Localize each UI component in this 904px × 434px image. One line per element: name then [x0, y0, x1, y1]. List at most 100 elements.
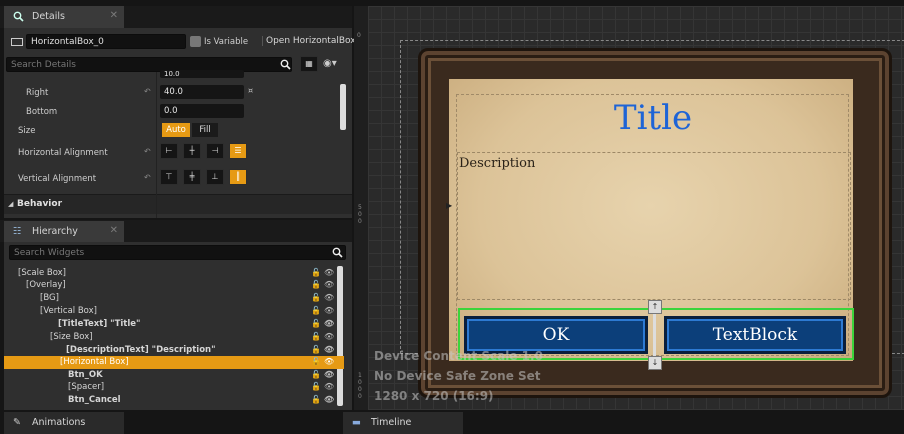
lock-icon[interactable]: 🔓 [311, 381, 321, 393]
tree-item-label: [Overlay] [26, 280, 66, 290]
align-left-icon[interactable]: ⊢ [160, 143, 178, 159]
eye-icon[interactable]: 👁 [324, 344, 334, 356]
property-matrix-icon[interactable]: ▦ [300, 56, 318, 72]
ok-button-label: OK [542, 325, 570, 345]
behavior-section-header[interactable]: ◢ Behavior [4, 194, 352, 214]
details-panel: HorizontalBox_0 Is Variable Open Horizon… [4, 28, 356, 218]
details-scrollbar[interactable] [340, 84, 346, 130]
align-middle-icon[interactable]: ╪ [183, 169, 201, 185]
tree-row-btn-ok[interactable]: Btn_OK 🔓 👁 [4, 369, 344, 381]
ruler-label-1000: 1000 [358, 372, 362, 400]
dialog-title[interactable]: Title [448, 98, 858, 138]
details-tabbar: Details ✕ [0, 6, 352, 28]
bottom-value-field[interactable]: 0.0 [160, 104, 244, 118]
tree-item-label: [TitleText] "Title" [58, 319, 141, 329]
behavior-label: Behavior [17, 199, 63, 209]
textblock-button-label: TextBlock [712, 325, 798, 345]
lock-icon[interactable]: 🔓 [311, 331, 321, 343]
tree-row-size-box[interactable]: [Size Box] 🔓 👁 [4, 331, 344, 343]
tab-details[interactable]: Details ✕ [4, 6, 124, 28]
lock-icon[interactable]: 🔓 [311, 394, 321, 406]
lock-icon[interactable]: 🔓 [311, 305, 321, 317]
size-auto-button[interactable]: Auto [162, 123, 190, 137]
dialog-description[interactable]: Description [459, 156, 535, 171]
tree-row-bg[interactable]: [BG] 🔓 👁 [4, 292, 344, 304]
align-center-icon[interactable]: ┼ [183, 143, 201, 159]
tab-timeline[interactable]: ▬ Timeline [343, 412, 463, 434]
tree-row-horizontal-box[interactable]: [Horizontal Box] 🔓 👁 [4, 356, 344, 369]
visibility-eye-icon[interactable]: ◉▾ [323, 58, 337, 69]
eye-icon[interactable]: 👁 [324, 331, 334, 343]
lock-icon[interactable]: 🔓 [311, 267, 321, 279]
reset-arrow-icon[interactable]: ↶ [144, 147, 151, 156]
is-variable-checkbox[interactable] [190, 36, 201, 47]
vertical-alignment-label: Vertical Alignment [18, 174, 97, 184]
lock-icon[interactable]: 🔓 [311, 279, 321, 291]
reset-arrow-icon[interactable]: ↶ [144, 173, 151, 182]
tab-timeline-label: Timeline [371, 417, 412, 428]
designer-viewport[interactable]: Title Description OK TextBlock ↑ ↓ ▶ Dev… [368, 6, 904, 410]
lock-icon[interactable]: 🔓 [311, 344, 321, 356]
right-value-field[interactable]: 40.0 [160, 85, 244, 99]
lock-icon[interactable]: 🔓 [311, 369, 321, 381]
tab-animations[interactable]: ✎ Animations [4, 412, 124, 434]
horizontal-alignment-label: Horizontal Alignment [18, 148, 108, 158]
eye-icon[interactable]: 👁 [324, 356, 334, 368]
size-fill-button[interactable]: Fill [192, 123, 218, 137]
tree-item-label: [BG] [40, 293, 59, 303]
ruler-label-0: 0 [357, 32, 361, 39]
tree-row-spacer[interactable]: [Spacer] 🔓 👁 [4, 381, 344, 393]
search-icon [332, 247, 343, 261]
eye-icon[interactable]: 👁 [324, 394, 334, 406]
tree-row-description-text[interactable]: [DescriptionText] "Description" 🔓 👁 [4, 344, 344, 356]
pin-icon[interactable]: ¤ [248, 86, 253, 95]
top-value-field[interactable]: 10.0 [160, 70, 244, 78]
lock-icon[interactable]: 🔓 [311, 356, 321, 368]
tree-row-btn-cancel[interactable]: Btn_Cancel 🔓 👁 [4, 394, 344, 406]
lock-icon[interactable]: 🔓 [311, 318, 321, 330]
align-right-icon[interactable]: ⊣ [206, 143, 224, 159]
reset-arrow-icon[interactable]: ↶ [144, 87, 151, 96]
tree-row-title-text[interactable]: [TitleText] "Title" 🔓 👁 [4, 318, 344, 330]
eye-icon[interactable]: 👁 [324, 318, 334, 330]
align-fill-vertical-icon[interactable]: ║ [229, 169, 247, 185]
close-icon[interactable]: ✕ [110, 10, 118, 21]
details-search-input[interactable]: Search Details [6, 57, 292, 72]
eye-icon[interactable]: 👁 [324, 279, 334, 291]
hierarchy-panel: Search Widgets [Scale Box] 🔓 👁 [Overlay] … [4, 242, 352, 410]
eye-icon[interactable]: 👁 [324, 381, 334, 393]
bottom-tabbar: ✎ Animations ▬ Timeline [0, 410, 904, 434]
eye-icon[interactable]: 👁 [324, 305, 334, 317]
bottom-label: Bottom [26, 107, 58, 117]
is-variable-label: Is Variable [204, 37, 249, 47]
hierarchy-search-placeholder: Search Widgets [14, 248, 85, 258]
tree-row-scale-box[interactable]: [Scale Box] 🔓 👁 [4, 267, 344, 279]
tree-item-label: [Scale Box] [18, 268, 67, 278]
details-column-divider [156, 72, 157, 218]
tab-hierarchy[interactable]: ☷ Hierarchy ✕ [4, 221, 124, 243]
ruler-label-500: 500 [358, 204, 362, 225]
device-scale-text: Device Content Scale 1.0 [374, 349, 543, 363]
lock-icon[interactable]: 🔓 [311, 292, 321, 304]
align-bottom-icon[interactable]: ⊥ [206, 169, 224, 185]
align-top-icon[interactable]: ⊤ [160, 169, 178, 185]
top-padding-handle[interactable]: ↑ [648, 300, 662, 314]
eye-icon[interactable]: 👁 [324, 369, 334, 381]
tree-item-label: [Vertical Box] [40, 306, 97, 316]
right-label: Right [26, 88, 49, 98]
open-widget-link[interactable]: Open HorizontalBox [262, 36, 356, 46]
textblock-button[interactable]: TextBlock [664, 316, 846, 354]
tree-row-overlay[interactable]: [Overlay] 🔓 👁 [4, 279, 344, 291]
eye-icon[interactable]: 👁 [324, 267, 334, 279]
close-icon[interactable]: ✕ [110, 225, 118, 236]
eye-icon[interactable]: 👁 [324, 292, 334, 304]
align-fill-horizontal-icon[interactable]: ☰ [229, 143, 247, 159]
tree-row-vertical-box[interactable]: [Vertical Box] 🔓 👁 [4, 305, 344, 317]
bottom-padding-handle[interactable]: ↓ [648, 356, 662, 370]
tree-item-label: [Size Box] [50, 332, 93, 342]
widget-name-field[interactable]: HorizontalBox_0 [26, 34, 186, 49]
collapse-triangle-icon: ◢ [8, 200, 14, 208]
timeline-icon: ▬ [352, 417, 361, 428]
hierarchy-search-input[interactable]: Search Widgets [9, 245, 346, 260]
description-bounds [457, 152, 851, 300]
